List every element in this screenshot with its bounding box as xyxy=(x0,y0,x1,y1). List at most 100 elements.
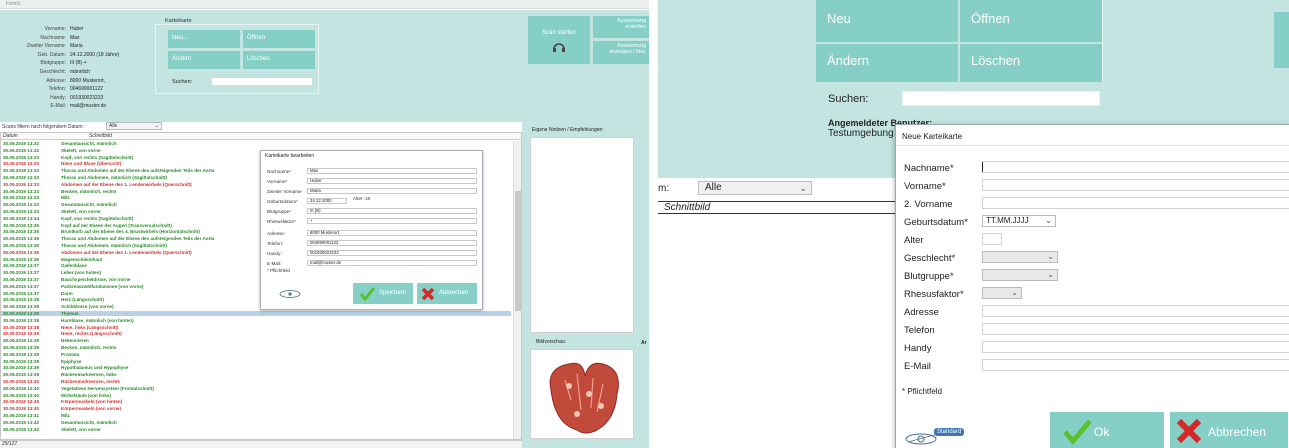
table-row[interactable]: 30.09.2019 13:38 Harnblase, männlich (von… xyxy=(1,318,511,323)
row-title: Abdomen auf der Ebene des 1. Lendenwirbe… xyxy=(61,181,192,187)
row-title: Pankreaszwölfundanzone (von vorne) xyxy=(61,283,144,289)
birthdate-picker[interactable]: TT.MM.JJJJ ⌄ xyxy=(982,215,1056,227)
patient-field-label: Vorname: xyxy=(44,26,66,32)
cancel-button[interactable]: Abbrechen xyxy=(417,283,477,304)
filter-row: Scans filtern nach folgendem Datum: Alle… xyxy=(0,122,530,131)
table-row[interactable]: 30.09.2019 13:42 Gesamtansicht, männlich xyxy=(1,420,511,425)
lastname-field[interactable] xyxy=(982,161,1289,173)
filter-label: m: xyxy=(658,183,670,194)
right-window: Neu Öffnen Ändern Löschen Suchen: Angeme… xyxy=(658,0,1289,448)
bloodgroup-select[interactable]: ⌄ xyxy=(982,269,1058,281)
delete-button[interactable]: Löschen xyxy=(960,44,1102,82)
edit-button[interactable]: Ändern xyxy=(168,51,240,69)
dialog-field-input[interactable]: 24.12.2000 xyxy=(307,198,347,204)
notes-textarea[interactable] xyxy=(530,137,634,333)
image-preview xyxy=(530,349,634,439)
lastname-label: Nachname* xyxy=(904,163,954,174)
open-button[interactable]: Öffnen xyxy=(243,30,315,48)
dialog-field-label: Adresse: xyxy=(267,231,286,236)
age-label: Alter xyxy=(904,235,924,246)
create-report-button[interactable]: Auswertung erstellen xyxy=(593,16,649,38)
row-title: Thorax und Abdomen, männlich (Sagittalsc… xyxy=(61,243,167,248)
table-row[interactable]: 30.09.2019 13:39 Epiphyse xyxy=(1,359,511,364)
col-schnittbild[interactable]: Schnittbild xyxy=(89,133,112,139)
row-date: 30.09.2019 13:39 xyxy=(3,365,40,371)
table-row[interactable]: 30.09.2019 13:38 Niere, links (Längsschni… xyxy=(1,325,511,330)
dialog-field-input[interactable]: Maria xyxy=(307,188,477,194)
table-row[interactable]: 30.09.2019 13:39 Becken, männlich, rechts xyxy=(1,345,511,350)
search-input[interactable] xyxy=(212,78,312,85)
date-filter-select[interactable]: Alle ⌄ xyxy=(698,181,812,195)
dialog-field-input[interactable]: 001930023233 xyxy=(307,250,477,256)
vertical-scrollbar[interactable] xyxy=(513,141,521,439)
row-date: 30.09.2019 13:37 xyxy=(3,263,40,269)
table-row[interactable]: 30.09.2019 13:38 Thymus xyxy=(1,311,511,317)
scroll-thumb[interactable] xyxy=(515,191,521,311)
email-field[interactable] xyxy=(982,359,1289,371)
table-row[interactable]: 30.09.2019 13:40 Wirbelsäule (von links) xyxy=(1,393,511,398)
table-row[interactable]: 30.09.2019 13:40 Körpermuskeln (von vorne… xyxy=(1,406,511,411)
row-date: 30.09.2019 13:39 xyxy=(3,338,40,344)
edit-button[interactable]: Ändern xyxy=(816,44,958,82)
bloodgroup-label: Blutgruppe* xyxy=(904,271,954,282)
patient-field-value: 004699001122 xyxy=(70,86,103,93)
user-value: Testumgebung xyxy=(828,128,894,139)
secondname-field[interactable] xyxy=(982,197,1289,209)
row-title: Kopf, von rechts (Sagittalschnitt) xyxy=(61,154,134,160)
save-button[interactable]: Speichern xyxy=(353,283,413,304)
rhesus-label: Rhesusfaktor* xyxy=(904,289,964,300)
divider xyxy=(1102,0,1103,82)
gender-select[interactable]: ⌄ xyxy=(982,251,1058,263)
row-date: 30.09.2019 13:36 xyxy=(3,236,40,242)
open-button[interactable]: Öffnen xyxy=(960,0,1102,42)
dialog-field-input[interactable]: 004699001122 xyxy=(307,240,477,246)
new-button[interactable]: Neu... xyxy=(168,30,240,48)
rhesus-select[interactable]: ⌄ xyxy=(982,287,1022,299)
table-row[interactable]: 30.09.2019 13:41 Milz xyxy=(1,413,511,418)
new-button[interactable]: Neu xyxy=(816,0,958,42)
dialog-field-label: Nachname* xyxy=(267,169,292,174)
table-row[interactable]: 30.09.2019 13:39 Hypothalamus und Hypophy… xyxy=(1,365,511,370)
report-button-fragment[interactable] xyxy=(1274,12,1289,68)
cancel-button[interactable]: Abbrechen xyxy=(1170,412,1288,448)
dialog-field-input[interactable]: III (B) xyxy=(307,208,477,214)
row-date: 30.09.2019 13:38 xyxy=(3,304,40,310)
table-row[interactable]: 30.09.2019 13:39 Nebennieren xyxy=(1,338,511,343)
delete-button[interactable]: Löschen xyxy=(243,51,315,69)
table-row[interactable]: 30.09.2019 13:40 Vegetatives Nervensystem… xyxy=(1,386,511,391)
phone-field[interactable] xyxy=(982,323,1289,335)
patient-field-value: Huber xyxy=(70,26,84,32)
dialog-field-input[interactable]: Huber xyxy=(307,178,477,184)
left-window: Form1 Vorname: Huber Nachname: Max Zweiter V… xyxy=(0,0,649,448)
row-title: Epiphyse xyxy=(61,358,82,364)
dialog-field-label: Vorname* xyxy=(267,179,288,184)
col-date[interactable]: Datum xyxy=(3,133,18,139)
filter-label: Scans filtern nach folgendem Datum: xyxy=(2,124,84,130)
mobile-field[interactable] xyxy=(982,341,1289,353)
table-row[interactable]: 30.09.2019 13:40 Rückenmarknerven, rechts xyxy=(1,379,511,384)
dialog-field-input[interactable]: + xyxy=(307,218,477,224)
address-field[interactable] xyxy=(982,305,1289,317)
table-row[interactable]: 30.09.2019 13:40 Körpermuskeln (von hinte… xyxy=(1,399,511,404)
table-row[interactable]: 30.09.2019 13:39 Niere, rechts (Längsschn… xyxy=(1,331,511,336)
patient-field-value: 24.12.2000 (18 Jahre) xyxy=(70,51,120,58)
search-input[interactable] xyxy=(902,91,1100,106)
dialog-field-input[interactable]: 8000 Musterort, xyxy=(307,230,477,236)
table-row[interactable]: 30.09.2019 13:32 Gesamtansicht, männlich xyxy=(1,141,511,146)
patient-field-label: Geb. Datum: xyxy=(37,51,66,58)
firstname-field[interactable] xyxy=(982,179,1289,191)
scan-start-button[interactable]: Scan starten xyxy=(528,16,590,64)
date-filter-select[interactable]: Alle ⌄ xyxy=(106,122,162,130)
table-row[interactable]: 30.09.2019 13:42 Skelett, von vorne xyxy=(1,427,511,432)
dialog-field-label: Telefon: xyxy=(267,241,284,246)
row-date: 30.09.2019 13:35 xyxy=(3,229,40,235)
ok-button[interactable]: Ok xyxy=(1050,412,1164,448)
dialog-field-input[interactable]: Max xyxy=(307,168,477,174)
dialog-field-input[interactable]: mail@muster.de xyxy=(307,260,477,266)
show-report-button[interactable]: Auswertung anzeigen / lösc xyxy=(593,41,649,64)
col-schnittbild[interactable]: Schnittbild xyxy=(658,201,898,214)
age-field[interactable] xyxy=(982,233,1002,245)
table-row[interactable]: 30.09.2019 13:39 Prostata xyxy=(1,352,511,357)
row-date: 30.09.2019 13:42 xyxy=(3,426,40,432)
table-row[interactable]: 30.09.2019 13:39 Rückenmarknerven, links xyxy=(1,372,511,377)
